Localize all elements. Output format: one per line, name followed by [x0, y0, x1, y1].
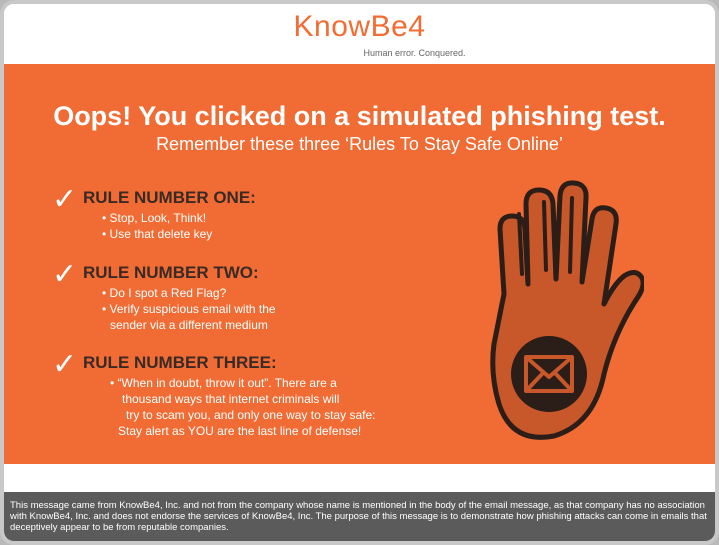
list-item: thousand ways that internet criminals wi… — [122, 392, 340, 406]
disclaimer-text: This message came from KnowBe4, Inc. and… — [10, 500, 707, 533]
rule-list: • Stop, Look, Think! • Use that delete k… — [102, 210, 212, 242]
rule-list: • “When in doubt, throw it out”. There a… — [110, 375, 375, 439]
rule-list: • Do I spot a Red Flag? • Verify suspici… — [102, 285, 276, 333]
checkmark-icon: ✓ — [52, 347, 78, 382]
list-item: • Stop, Look, Think! — [102, 211, 207, 225]
list-item: try to scam you, and only one way to sta… — [126, 408, 376, 422]
please-note-title: PLEASE NOTE: — [14, 473, 125, 490]
list-item: sender via a different medium — [110, 318, 268, 332]
list-item: • Use that delete key — [102, 227, 213, 241]
header: KnowBe4 Human error. Conquered. — [4, 4, 715, 64]
rule-title: RULE NUMBER THREE: — [83, 353, 277, 372]
list-item: • Do I spot a Red Flag? — [102, 286, 227, 300]
checkmark-icon: ✓ — [52, 182, 78, 217]
headline: Oops! You clicked on a simulated phishin… — [53, 101, 666, 131]
rule-title: RULE NUMBER ONE: — [83, 188, 256, 207]
logo-tagline: Human error. Conquered. — [363, 48, 466, 58]
email-frame: KnowBe4 Human error. Conquered. Oops! Yo… — [0, 0, 719, 545]
subheadline: Remember these three ‘Rules To Stay Safe… — [156, 134, 563, 154]
stop-hand-envelope-icon — [490, 180, 644, 440]
knowbe4-logo: KnowBe4 — [293, 10, 426, 43]
list-item: • Verify suspicious email with the — [102, 302, 276, 316]
list-item: • “When in doubt, throw it out”. There a… — [110, 376, 337, 390]
rule-title: RULE NUMBER TWO: — [83, 263, 259, 282]
list-item: Stay alert as YOU are the last line of d… — [118, 424, 362, 438]
disclaimer-footer: This message came from KnowBe4, Inc. and… — [4, 492, 715, 541]
checkmark-icon: ✓ — [52, 257, 78, 292]
phishing-notice-panel: Oops! You clicked on a simulated phishin… — [4, 64, 715, 490]
